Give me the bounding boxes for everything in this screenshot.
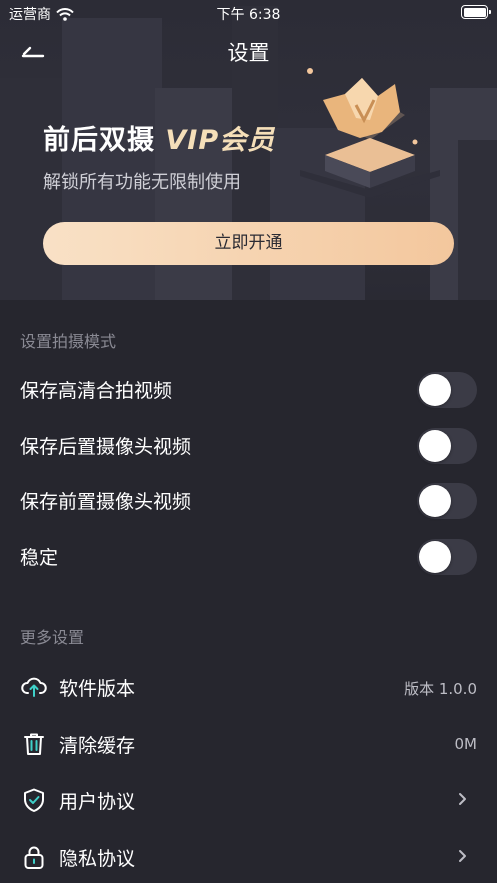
toggle-row-rear-camera: 保存后置摄像头视频 <box>0 420 497 472</box>
crown-pedestal-icon <box>300 68 440 198</box>
chevron-right-icon <box>459 793 466 805</box>
toggle-switch[interactable] <box>417 372 477 408</box>
vip-promo-title-main: 前后双摄 <box>43 125 155 156</box>
version-value: 版本 1.0.0 <box>404 680 477 698</box>
lock-icon <box>24 846 44 869</box>
toggle-row-front-camera: 保存前置摄像头视频 <box>0 475 497 527</box>
toggle-switch[interactable] <box>417 483 477 519</box>
row-label: 用户协议 <box>59 791 136 813</box>
row-label: 软件版本 <box>59 678 136 700</box>
vip-promo-subtitle: 解锁所有功能无限制使用 <box>43 172 241 193</box>
toggle-knob <box>419 485 451 517</box>
toggle-knob <box>419 541 451 573</box>
toggle-label: 保存高清合拍视频 <box>20 380 173 402</box>
battery-icon <box>461 5 491 19</box>
toggle-label: 保存后置摄像头视频 <box>20 436 192 458</box>
cloud-upload-icon <box>21 677 47 697</box>
open-vip-button[interactable]: 立即开通 <box>43 222 454 265</box>
toggle-switch[interactable] <box>417 539 477 575</box>
nav-bar: 设置 <box>0 30 497 74</box>
cache-size-value: 0M <box>454 735 478 753</box>
row-label: 清除缓存 <box>59 735 136 757</box>
status-bar: 运营商 下午 6:38 <box>0 0 497 26</box>
clear-cache-row[interactable]: 清除缓存 0M <box>0 717 497 773</box>
toggle-label: 保存前置摄像头视频 <box>20 491 192 513</box>
status-time: 下午 6:38 <box>216 7 281 23</box>
toggle-knob <box>419 374 451 406</box>
page-title: 设置 <box>227 41 270 65</box>
toggle-row-stabilize: 稳定 <box>0 531 497 583</box>
toggle-knob <box>419 430 451 462</box>
background-building <box>458 140 497 300</box>
toggle-row-hd-duet: 保存高清合拍视频 <box>0 364 497 416</box>
shooting-mode-header: 设置拍摄模式 <box>20 332 117 351</box>
more-settings-header: 更多设置 <box>20 628 85 647</box>
software-version-row[interactable]: 软件版本 版本 1.0.0 <box>0 660 497 716</box>
vip-promo-title-vip: VIP会员 <box>165 125 276 156</box>
user-agreement-row[interactable]: 用户协议 <box>0 773 497 829</box>
toggle-switch[interactable] <box>417 428 477 464</box>
privacy-policy-row[interactable]: 隐私协议 <box>0 830 497 883</box>
trash-icon <box>24 733 44 755</box>
row-label: 隐私协议 <box>59 848 136 870</box>
chevron-right-icon <box>459 850 466 862</box>
shield-check-icon <box>24 788 44 812</box>
toggle-label: 稳定 <box>20 547 59 569</box>
vip-promo-title: 前后双摄 VIP会员 <box>43 118 275 157</box>
